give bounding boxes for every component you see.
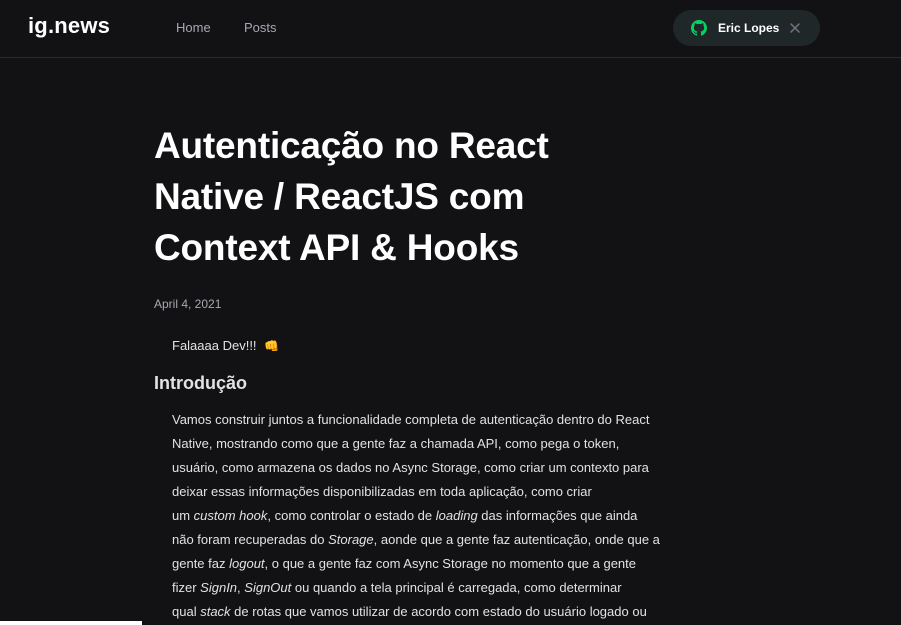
github-icon <box>691 20 707 36</box>
body-text-span: não foram recuperadas do <box>172 532 329 547</box>
post-date: April 4, 2021 <box>154 297 222 311</box>
site-logo[interactable]: ig.news <box>28 13 110 39</box>
body-text-span: ou quando a tela principal é carregada, … <box>291 580 622 595</box>
body-line: Native, mostrando como que a gente faz a… <box>172 432 682 456</box>
body-emphasis: loading <box>435 508 478 523</box>
body-line: qual stack de rotas que vamos utilizar d… <box>172 600 682 624</box>
post-article: Autenticação no React Native / ReactJS c… <box>154 120 694 624</box>
body-emphasis: Storage <box>328 532 374 547</box>
body-line: um custom hook, como controlar o estado … <box>172 504 682 528</box>
body-text-span: fizer <box>172 580 201 595</box>
post-body: Vamos construir juntos a funcionalidade … <box>172 408 682 624</box>
body-text-span: gente faz <box>172 556 230 571</box>
body-text-span: Vamos construir juntos a funcionalidade … <box>172 412 650 427</box>
fist-bump-emoji: 👊 <box>264 339 280 353</box>
body-text-span: de rotas que vamos utilizar de acordo co… <box>230 604 647 619</box>
body-text-span: deixar essas informações disponibilizada… <box>172 484 592 499</box>
body-emphasis: custom hook <box>193 508 268 523</box>
body-line: deixar essas informações disponibilizada… <box>172 480 682 504</box>
body-emphasis: logout <box>229 556 265 571</box>
greeting-text: Falaaaa Dev!!! <box>172 338 257 353</box>
body-text-span: Native, mostrando como que a gente faz a… <box>172 436 620 451</box>
body-text-span: qual <box>172 604 201 619</box>
body-text-span: , o que a gente faz com Async Storage no… <box>264 556 636 571</box>
body-text-span: um <box>172 508 194 523</box>
body-line: fizer SignIn, SignOut ou quando a tela p… <box>172 576 682 600</box>
close-icon[interactable] <box>788 21 802 35</box>
body-line: não foram recuperadas do Storage, aonde … <box>172 528 682 552</box>
post-title-line: Native / ReactJS com <box>154 176 525 217</box>
body-emphasis: stack <box>200 604 231 619</box>
section-heading: Introdução <box>154 373 247 393</box>
top-header: ig.news Home Posts Eric Lopes <box>0 0 901 58</box>
body-line: gente faz logout, o que a gente faz com … <box>172 552 682 576</box>
body-text-span: , aonde que a gente faz autenticação, on… <box>373 532 660 547</box>
body-line: usuário, como armazena os dados no Async… <box>172 456 682 480</box>
user-name: Eric Lopes <box>718 21 780 35</box>
body-text-span: das informações que ainda <box>477 508 638 523</box>
body-text-span: usuário, como armazena os dados no Async… <box>172 460 649 475</box>
post-title: Autenticação no React Native / ReactJS c… <box>154 120 694 273</box>
post-title-line: Context API & Hooks <box>154 227 519 268</box>
nav-posts-link[interactable]: Posts <box>244 20 277 35</box>
body-emphasis: SignIn <box>200 580 238 595</box>
post-title-line: Autenticação no React <box>154 125 549 166</box>
body-text-span: , como controlar o estado de <box>267 508 436 523</box>
nav-home-link[interactable]: Home <box>176 20 211 35</box>
user-signout-button[interactable]: Eric Lopes <box>673 10 820 46</box>
post-greeting: Falaaaa Dev!!! 👊 <box>172 338 694 353</box>
body-emphasis: SignOut <box>244 580 292 595</box>
body-line: Vamos construir juntos a funcionalidade … <box>172 408 682 432</box>
bottom-scroll-strip <box>0 621 142 625</box>
